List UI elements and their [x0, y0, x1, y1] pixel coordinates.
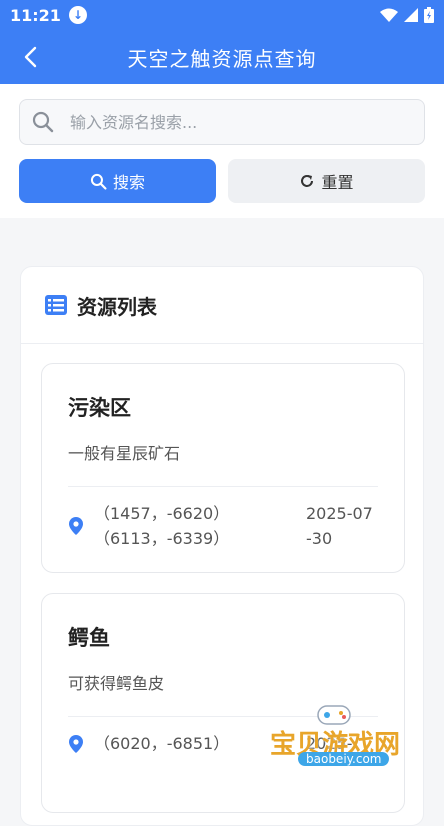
list-title: 资源列表 — [77, 294, 157, 319]
coord: （6113，-6339） — [94, 529, 230, 548]
resource-coords: （6020，-6851） — [94, 731, 229, 756]
search-panel: 搜索 重置 — [0, 84, 444, 218]
signal-icon — [404, 8, 418, 22]
resource-date: 2025-07-30 — [306, 504, 373, 548]
search-button-label: 搜索 — [112, 173, 145, 192]
list-icon — [45, 295, 67, 315]
coord: （6020，-6851） — [94, 734, 230, 753]
location-pin-icon — [69, 517, 83, 535]
app-bar: 天空之触资源点查询 — [0, 30, 444, 84]
reset-button[interactable]: 重置 — [228, 159, 425, 203]
resource-description: 一般有星辰矿石 — [68, 444, 181, 463]
status-bar: 11:21 ↓ — [0, 0, 444, 30]
status-time: 11:21 — [10, 5, 61, 25]
download-icon: ↓ — [68, 6, 87, 24]
watermark-url: baobeiy.com — [298, 752, 390, 766]
search-input[interactable] — [68, 111, 412, 133]
search-box[interactable] — [19, 99, 425, 145]
list-item[interactable]: 污染区 一般有星辰矿石 （1457，-6620） （6113，-6339） 20… — [41, 363, 405, 573]
coord: （1457，-6620） — [94, 504, 230, 523]
refresh-icon — [301, 175, 314, 187]
reset-button-label: 重置 — [321, 173, 354, 192]
battery-icon — [424, 7, 434, 23]
watermark: 宝贝游戏网 baobeiy.com — [270, 700, 420, 780]
divider — [68, 486, 378, 487]
resource-name: 污染区 — [68, 396, 131, 420]
search-button[interactable]: 搜索 — [19, 159, 216, 203]
page-title: 天空之触资源点查询 — [127, 46, 317, 71]
back-button[interactable] — [12, 38, 48, 76]
chevron-left-icon — [24, 46, 37, 68]
search-icon — [32, 111, 54, 133]
resource-description: 可获得鳄鱼皮 — [68, 674, 165, 693]
list-header: 资源列表 — [21, 267, 423, 344]
resource-name: 鳄鱼 — [68, 626, 110, 650]
search-icon — [90, 173, 107, 190]
wifi-icon — [380, 8, 398, 22]
location-pin-icon — [69, 735, 83, 753]
resource-coords: （1457，-6620） （6113，-6339） — [94, 501, 229, 551]
